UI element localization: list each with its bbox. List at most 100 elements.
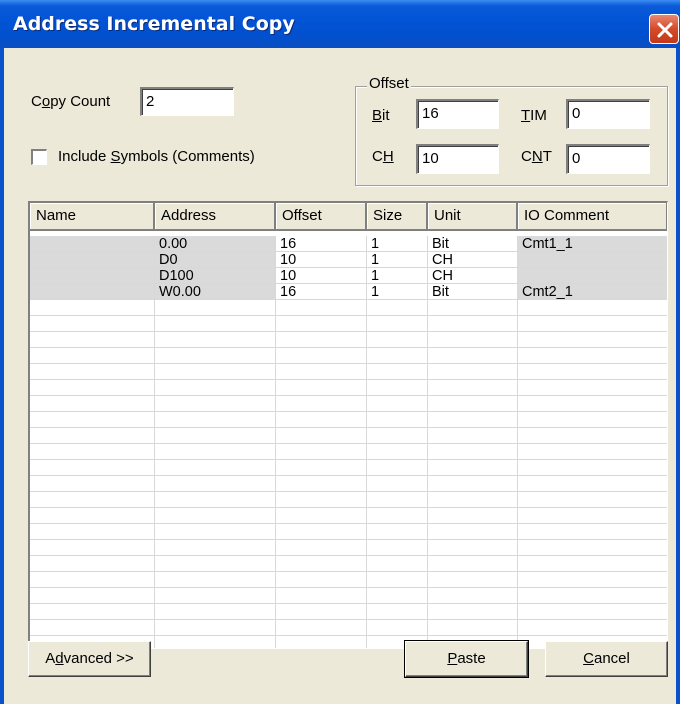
table-cell[interactable]: [367, 524, 428, 540]
table-cell[interactable]: [518, 252, 667, 268]
table-cell[interactable]: [428, 508, 518, 524]
table-cell[interactable]: [276, 572, 367, 588]
table-cell[interactable]: CH: [428, 268, 518, 284]
table-row[interactable]: W0.00 16 1 Bit Cmt2_1: [30, 284, 667, 300]
table-cell[interactable]: [155, 524, 276, 540]
table-cell[interactable]: [30, 284, 155, 300]
table-cell[interactable]: [518, 380, 667, 396]
table-row[interactable]: [30, 524, 667, 540]
table-row[interactable]: [30, 412, 667, 428]
offset-cnt-input[interactable]: 0: [566, 144, 650, 174]
table-cell[interactable]: 10: [276, 268, 367, 284]
table-row[interactable]: [30, 492, 667, 508]
table-cell[interactable]: [367, 412, 428, 428]
table-cell[interactable]: [367, 348, 428, 364]
table-cell[interactable]: [518, 444, 667, 460]
table-cell[interactable]: [428, 540, 518, 556]
table-cell[interactable]: [367, 604, 428, 620]
table-cell[interactable]: [155, 348, 276, 364]
table-row[interactable]: [30, 572, 667, 588]
table-row[interactable]: [30, 444, 667, 460]
offset-tim-input[interactable]: 0: [566, 99, 650, 129]
table-cell[interactable]: 1: [367, 252, 428, 268]
table-cell[interactable]: [276, 604, 367, 620]
column-header-name[interactable]: Name: [30, 203, 155, 231]
table-cell[interactable]: [276, 428, 367, 444]
table-cell[interactable]: [367, 316, 428, 332]
table-cell[interactable]: [30, 556, 155, 572]
table-cell[interactable]: [155, 444, 276, 460]
table-cell[interactable]: [428, 396, 518, 412]
table-cell[interactable]: [367, 540, 428, 556]
table-cell[interactable]: [30, 348, 155, 364]
table-cell[interactable]: [155, 316, 276, 332]
table-cell[interactable]: [518, 556, 667, 572]
column-header-address[interactable]: Address: [155, 203, 276, 231]
table-cell[interactable]: [428, 412, 518, 428]
address-table[interactable]: Name Address Offset Size Unit IO Comment…: [28, 201, 668, 649]
include-symbols-checkbox[interactable]: [31, 149, 47, 165]
table-cell[interactable]: [428, 444, 518, 460]
table-cell[interactable]: [367, 460, 428, 476]
table-row[interactable]: [30, 620, 667, 636]
table-cell[interactable]: Cmt1_1: [518, 236, 667, 252]
table-cell[interactable]: [155, 620, 276, 636]
table-cell[interactable]: [518, 492, 667, 508]
table-cell[interactable]: 1: [367, 236, 428, 252]
table-row[interactable]: 0.00 16 1 Bit Cmt1_1: [30, 236, 667, 252]
table-cell[interactable]: [428, 476, 518, 492]
table-cell[interactable]: [155, 572, 276, 588]
table-cell[interactable]: [30, 316, 155, 332]
table-row[interactable]: [30, 556, 667, 572]
close-button[interactable]: [649, 14, 679, 44]
table-row[interactable]: [30, 348, 667, 364]
table-row[interactable]: [30, 476, 667, 492]
table-cell[interactable]: [276, 540, 367, 556]
table-cell[interactable]: [367, 588, 428, 604]
table-cell[interactable]: [518, 476, 667, 492]
table-cell[interactable]: [155, 636, 276, 648]
table-cell[interactable]: [30, 300, 155, 316]
table-cell[interactable]: [276, 476, 367, 492]
table-cell[interactable]: [155, 460, 276, 476]
column-header-io-comment[interactable]: IO Comment: [518, 203, 667, 231]
table-cell[interactable]: [367, 364, 428, 380]
table-cell[interactable]: 1: [367, 284, 428, 300]
table-cell[interactable]: 10: [276, 252, 367, 268]
table-cell[interactable]: [367, 620, 428, 636]
table-cell[interactable]: [518, 540, 667, 556]
advanced-button[interactable]: Advanced >>: [28, 641, 151, 677]
table-cell[interactable]: [30, 540, 155, 556]
table-cell[interactable]: [367, 332, 428, 348]
table-cell[interactable]: [428, 316, 518, 332]
table-cell[interactable]: [155, 332, 276, 348]
table-cell[interactable]: [155, 556, 276, 572]
table-cell[interactable]: [155, 412, 276, 428]
table-cell[interactable]: [518, 572, 667, 588]
table-cell[interactable]: [155, 428, 276, 444]
table-row[interactable]: [30, 396, 667, 412]
table-cell[interactable]: [30, 588, 155, 604]
table-cell[interactable]: [276, 364, 367, 380]
table-cell[interactable]: [276, 556, 367, 572]
table-cell[interactable]: [30, 268, 155, 284]
table-cell[interactable]: [30, 364, 155, 380]
table-cell[interactable]: [155, 540, 276, 556]
table-cell[interactable]: [276, 300, 367, 316]
table-cell[interactable]: [276, 524, 367, 540]
table-cell[interactable]: [428, 460, 518, 476]
table-cell[interactable]: [276, 588, 367, 604]
table-cell[interactable]: [155, 396, 276, 412]
table-cell[interactable]: CH: [428, 252, 518, 268]
table-cell[interactable]: [428, 380, 518, 396]
table-cell[interactable]: Bit: [428, 284, 518, 300]
table-cell[interactable]: [30, 252, 155, 268]
table-cell[interactable]: [428, 572, 518, 588]
table-cell[interactable]: 0.00: [155, 236, 276, 252]
table-row[interactable]: [30, 540, 667, 556]
table-cell[interactable]: [155, 604, 276, 620]
table-cell[interactable]: [155, 508, 276, 524]
table-cell[interactable]: [367, 396, 428, 412]
table-cell[interactable]: [30, 332, 155, 348]
table-cell[interactable]: [428, 364, 518, 380]
